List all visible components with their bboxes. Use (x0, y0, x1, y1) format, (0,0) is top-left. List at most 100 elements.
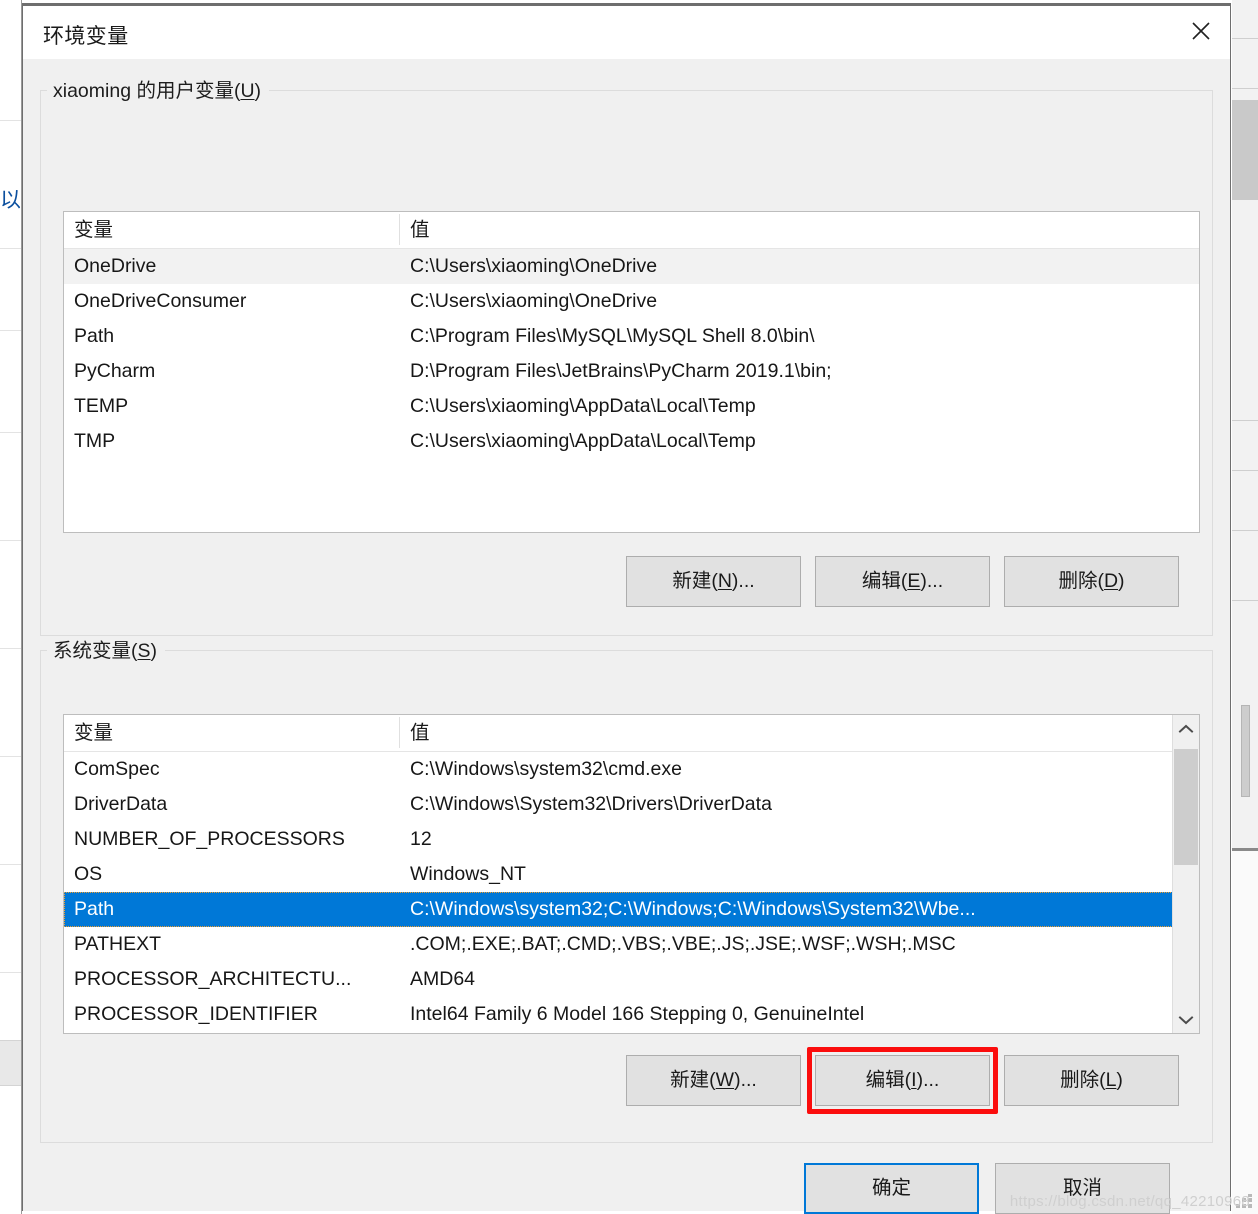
table-row[interactable]: ComSpec C:\Windows\system32\cmd.exe (64, 752, 1199, 787)
user-variable-name: Path (74, 325, 115, 347)
user-variables-group-label: xiaoming 的用户变量(U) (47, 79, 270, 103)
table-row[interactable]: OneDrive C:\Users\xiaoming\OneDrive (64, 249, 1199, 284)
table-row[interactable]: PyCharm D:\Program Files\JetBrains\PyCha… (64, 354, 1199, 389)
table-row[interactable]: PROCESSOR_ARCHITECTU... AMD64 (64, 962, 1199, 997)
background-left-divider (0, 330, 21, 331)
background-right-divider (1232, 38, 1258, 39)
close-icon[interactable] (1172, 3, 1230, 59)
system-variable-name: Path (74, 898, 115, 920)
user-variables-list[interactable]: 变量 值 OneDrive C:\Users\xiaoming\OneDrive… (63, 211, 1200, 533)
user-group-label-prefix: xiaoming 的用户变量( (53, 80, 241, 102)
user-list-rows: OneDrive C:\Users\xiaoming\OneDrive OneD… (64, 249, 1199, 459)
user-variable-value: C:\Program Files\MySQL\MySQL Shell 8.0\b… (410, 325, 815, 347)
chevron-up-icon[interactable] (1173, 715, 1199, 742)
table-row[interactable]: TEMP C:\Users\xiaoming\AppData\Local\Tem… (64, 389, 1199, 424)
dialog-titlebar: 环境变量 (23, 6, 1230, 59)
system-edit-label-prefix: 编辑( (865, 1068, 912, 1091)
system-variable-name: NUMBER_OF_PROCESSORS (74, 828, 345, 850)
background-left-divider (0, 756, 21, 757)
scrollbar-thumb[interactable] (1174, 749, 1198, 865)
system-variable-value: Intel64 Family 6 Model 166 Stepping 0, G… (410, 1003, 865, 1025)
background-left-window: 以 (0, 0, 22, 1214)
system-edit-button[interactable]: 编辑(I)... (815, 1055, 990, 1106)
background-left-divider (0, 972, 21, 973)
user-variable-name: OneDrive (74, 255, 157, 277)
user-variable-name: OneDriveConsumer (74, 290, 247, 312)
user-group-label-suffix: ) (254, 80, 262, 102)
table-row[interactable]: PROCESSOR_IDENTIFIER Intel64 Family 6 Mo… (64, 997, 1199, 1032)
system-variables-list[interactable]: 变量 值 ComSpec C:\Windows\system32\cmd.exe… (63, 714, 1200, 1034)
ok-button[interactable]: 确定 (804, 1163, 979, 1214)
user-variable-value: C:\Users\xiaoming\AppData\Local\Temp (410, 430, 756, 452)
user-variable-name: TEMP (74, 395, 129, 417)
system-edit-label-suffix: )... (916, 1068, 940, 1091)
background-right-window (1232, 0, 1258, 1214)
user-edit-label-prefix: 编辑( (861, 569, 908, 592)
user-variable-value: D:\Program Files\JetBrains\PyCharm 2019.… (410, 360, 832, 382)
system-delete-label-prefix: 删除( (1060, 1068, 1106, 1091)
background-right-divider (1232, 530, 1258, 531)
background-left-divider (0, 120, 21, 121)
system-variable-name: OS (74, 863, 103, 885)
user-new-label-prefix: 新建( (672, 569, 718, 592)
background-right-divider (1232, 470, 1258, 471)
table-row[interactable]: NUMBER_OF_PROCESSORS 12 (64, 822, 1199, 857)
system-column-header-variable[interactable]: 变量 (74, 719, 113, 747)
user-new-label-accel: N (717, 569, 732, 592)
system-delete-button[interactable]: 删除(L) (1004, 1055, 1179, 1106)
user-new-button[interactable]: 新建(N)... (626, 556, 801, 607)
table-row[interactable]: OS Windows_NT (64, 857, 1199, 892)
user-variable-value: C:\Users\xiaoming\AppData\Local\Temp (410, 395, 756, 417)
user-delete-button[interactable]: 删除(D) (1004, 556, 1179, 607)
system-list-scrollbar[interactable] (1172, 715, 1199, 1033)
system-variable-value: C:\Windows\system32;C:\Windows;C:\Window… (410, 898, 976, 920)
background-right-divider (1232, 420, 1258, 421)
user-column-divider[interactable] (399, 214, 400, 245)
system-variable-name: PROCESSOR_ARCHITECTU... (74, 968, 352, 990)
system-column-header-value[interactable]: 值 (410, 719, 430, 747)
user-delete-label-accel: D (1103, 569, 1119, 592)
dialog-title: 环境变量 (43, 25, 129, 48)
table-row-selected[interactable]: Path C:\Windows\system32;C:\Windows;C:\W… (64, 892, 1199, 927)
user-group-label-accel: U (240, 80, 255, 102)
user-list-header: 变量 值 (64, 212, 1199, 249)
table-row[interactable]: DriverData C:\Windows\System32\Drivers\D… (64, 787, 1199, 822)
system-delete-label-suffix: ) (1116, 1068, 1123, 1091)
system-variable-value: C:\Windows\System32\Drivers\DriverData (410, 793, 772, 815)
user-edit-button[interactable]: 编辑(E)... (815, 556, 990, 607)
system-new-label-accel: W (715, 1068, 735, 1091)
user-edit-label-accel: E (907, 569, 921, 592)
watermark: https://blog.csdn.net/qq_42210968 (1009, 1193, 1250, 1210)
background-right-divider (1232, 88, 1258, 89)
system-variable-name: ComSpec (74, 758, 160, 780)
table-row[interactable]: PATHEXT .COM;.EXE;.BAT;.CMD;.VBS;.VBE;.J… (64, 927, 1199, 962)
system-new-label-suffix: )... (734, 1068, 757, 1091)
user-variable-name: TMP (74, 430, 116, 452)
user-variable-name: PyCharm (74, 360, 156, 382)
environment-variables-dialog: 环境变量 xiaoming 的用户变量(U) 变量 值 OneDrive C:\… (22, 3, 1231, 1214)
background-left-divider (0, 248, 21, 249)
system-variable-name: DriverData (74, 793, 168, 815)
table-row[interactable]: TMP C:\Users\xiaoming\AppData\Local\Temp (64, 424, 1199, 459)
system-variables-group-label: 系统变量(S) (47, 639, 166, 663)
system-group-label-accel: S (137, 640, 151, 662)
table-row[interactable]: Path C:\Program Files\MySQL\MySQL Shell … (64, 319, 1199, 354)
user-column-header-value[interactable]: 值 (410, 216, 430, 244)
system-column-divider[interactable] (399, 717, 400, 748)
table-row[interactable]: OneDriveConsumer C:\Users\xiaoming\OneDr… (64, 284, 1199, 319)
chevron-down-icon[interactable] (1173, 1006, 1199, 1033)
dialog-body: xiaoming 的用户变量(U) 变量 值 OneDrive C:\Users… (23, 59, 1230, 1214)
system-variable-value: Windows_NT (410, 863, 526, 885)
system-variable-value: C:\Windows\system32\cmd.exe (410, 758, 683, 780)
system-delete-label-accel: L (1105, 1068, 1117, 1091)
system-variable-name: PROCESSOR_IDENTIFIER (74, 1003, 318, 1025)
background-left-divider (0, 864, 21, 865)
system-new-button[interactable]: 新建(W)... (626, 1055, 801, 1106)
system-variable-name: PATHEXT (74, 933, 162, 955)
system-new-label-prefix: 新建( (670, 1068, 716, 1091)
system-variable-value: AMD64 (410, 968, 476, 990)
system-group-label-prefix: 系统变量( (53, 640, 138, 662)
user-column-header-variable[interactable]: 变量 (74, 216, 113, 244)
background-left-divider (0, 648, 21, 649)
background-right-lower-pane (1232, 851, 1258, 1214)
